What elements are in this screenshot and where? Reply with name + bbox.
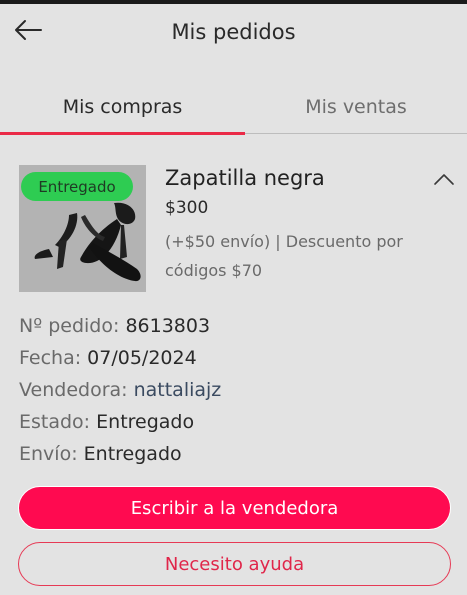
shipping-discount-info: (+$50 envío) | Descuento por códigos $70	[165, 232, 403, 280]
order-number-label: Nº pedido:	[19, 315, 120, 337]
seller-label: Vendedora:	[19, 379, 128, 401]
date-row: Fecha: 07/05/2024	[19, 347, 197, 369]
need-help-button[interactable]: Necesito ayuda	[18, 542, 451, 586]
date-value: 07/05/2024	[87, 347, 197, 369]
tab-mis-compras[interactable]: Mis compras	[0, 82, 245, 132]
active-tab-indicator	[0, 132, 245, 135]
tab-mis-ventas[interactable]: Mis ventas	[245, 82, 467, 132]
product-price: $300	[165, 198, 209, 218]
status-row: Estado: Entregado	[19, 411, 194, 433]
order-number-value: 8613803	[125, 315, 211, 337]
status-value: Entregado	[96, 411, 195, 433]
tab-bar: Mis compras Mis ventas	[0, 82, 467, 136]
date-label: Fecha:	[19, 347, 82, 369]
shipping-label: Envío:	[19, 443, 78, 465]
app-header: Mis pedidos	[0, 4, 467, 66]
page-title: Mis pedidos	[171, 20, 296, 44]
tab-divider	[245, 133, 467, 134]
seller-row: Vendedora: nattaliajz	[19, 379, 221, 401]
product-name: Zapatilla negra	[165, 166, 325, 190]
chevron-up-icon	[434, 174, 454, 185]
seller-link[interactable]: nattaliajz	[134, 379, 222, 401]
status-badge: Entregado	[21, 172, 133, 201]
contact-seller-button[interactable]: Escribir a la vendedora	[18, 486, 451, 530]
collapse-button[interactable]	[428, 165, 460, 193]
order-number-row: Nº pedido: 8613803	[19, 315, 210, 337]
status-label: Estado:	[19, 411, 91, 433]
shipping-row: Envío: Entregado	[19, 443, 182, 465]
shipping-value: Entregado	[83, 443, 182, 465]
